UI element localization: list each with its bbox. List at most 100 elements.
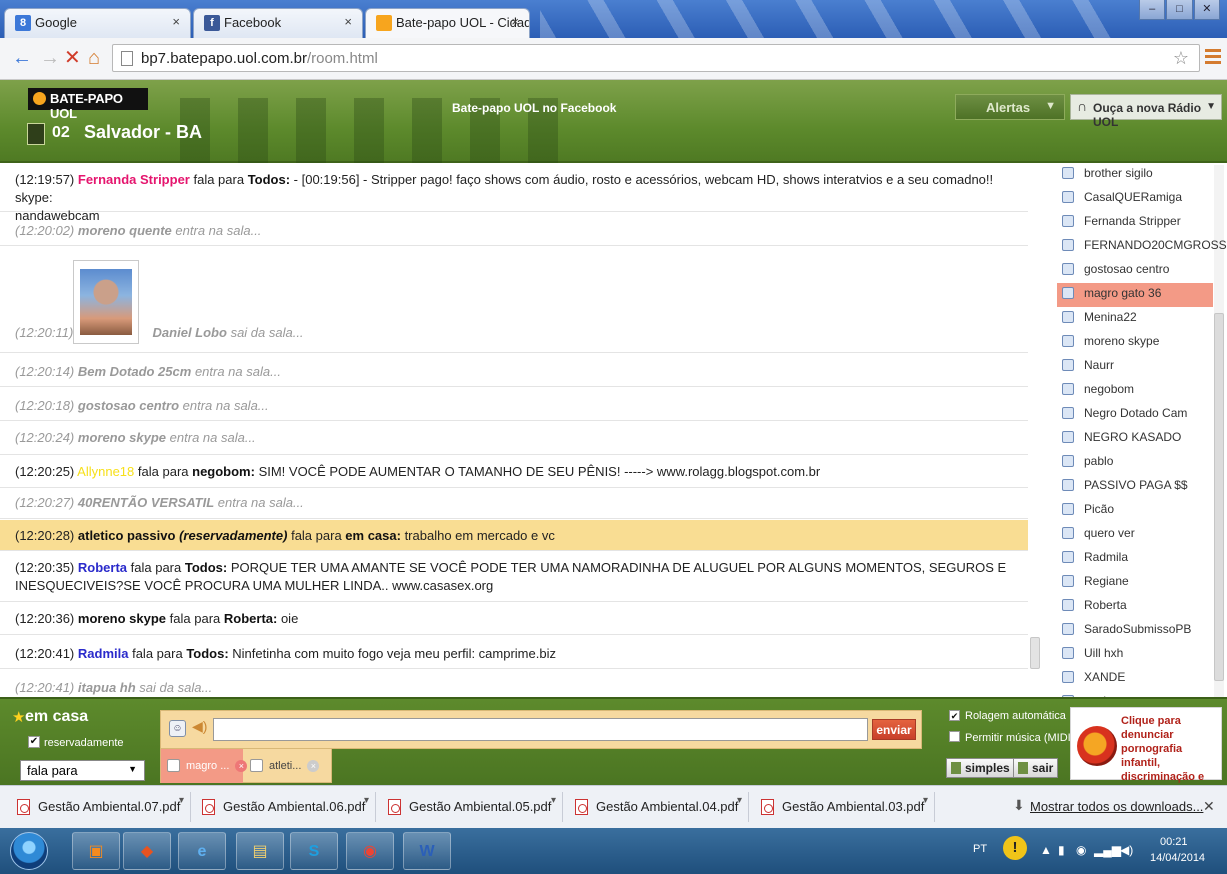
message-user[interactable]: itapua hh [78, 680, 136, 695]
auto-scroll-checkbox[interactable]: ✔ [949, 710, 960, 721]
user-list-item[interactable]: CasalQUERamiga [1057, 187, 1213, 211]
conversation-tab-magro[interactable]: magro ... × [166, 759, 248, 772]
report-abuse-banner[interactable]: Clique para denunciar pornografia infant… [1070, 707, 1222, 811]
user-list-item[interactable]: Picão [1057, 499, 1213, 523]
user-list-item[interactable]: NEGRO KASADO [1057, 427, 1213, 451]
message-recipient[interactable]: Roberta: [224, 611, 277, 626]
chat-scroll-handle[interactable] [1030, 637, 1040, 669]
minimize-icon[interactable]: – [1139, 0, 1166, 20]
facebook-link[interactable]: Bate-papo UOL no Facebook [452, 101, 616, 115]
message-user[interactable]: Daniel Lobo [153, 325, 227, 340]
user-list-item[interactable]: Naurr [1057, 355, 1213, 379]
user-list-item[interactable]: pablo [1057, 451, 1213, 475]
chevron-down-icon[interactable]: ▾ [923, 795, 928, 806]
file-explorer-icon[interactable]: ▤ [236, 832, 284, 870]
home-icon[interactable]: ⌂ [88, 47, 100, 69]
clock-date[interactable]: 14/04/2014 [1150, 852, 1205, 864]
start-button[interactable] [10, 832, 48, 870]
close-icon[interactable]: × [172, 14, 180, 29]
message-sender[interactable]: Radmila [78, 646, 129, 661]
message-user[interactable]: moreno skype [78, 430, 166, 445]
internet-explorer-icon[interactable]: e [178, 832, 226, 870]
tab-facebook[interactable]: f Facebook × [193, 8, 363, 38]
message-recipient[interactable]: em casa: [345, 528, 401, 543]
sound-icon[interactable]: ◀) [192, 718, 207, 735]
message-recipient[interactable]: Todos: [248, 172, 290, 187]
message-recipient[interactable]: Todos: [186, 646, 228, 661]
alertas-button[interactable]: Alertas ▼ [955, 94, 1065, 120]
menu-icon[interactable] [1205, 49, 1221, 65]
back-icon[interactable]: ← [12, 47, 32, 69]
batepapo-logo[interactable]: BATE-PAPO UOL [28, 88, 148, 121]
user-list-item[interactable]: Negro Dotado Cam [1057, 403, 1213, 427]
user-list-item[interactable]: Regiane [1057, 571, 1213, 595]
user-list-item[interactable]: gostosao centro [1057, 259, 1213, 283]
download-item[interactable]: Gestão Ambiental.05.pdf ▾ [376, 792, 563, 822]
maximize-icon[interactable]: □ [1166, 0, 1193, 20]
device-icon[interactable]: ▮ [1058, 843, 1065, 857]
user-list-scrollbar[interactable] [1214, 313, 1224, 681]
simples-button[interactable]: simples [946, 758, 1015, 778]
user-list-item[interactable]: SaradoSubmissoPB [1057, 619, 1213, 643]
user-list-item[interactable]: moreno skype [1057, 331, 1213, 355]
user-list-item[interactable]: Menina22 [1057, 307, 1213, 331]
sair-button[interactable]: sair [1013, 758, 1059, 778]
message-user[interactable]: 40RENTÃO VERSATIL [78, 495, 214, 510]
user-list-item[interactable]: Roberta [1057, 595, 1213, 619]
close-icon[interactable]: × [344, 14, 352, 29]
emoticon-icon[interactable]: ☺ [169, 720, 186, 737]
chevron-down-icon[interactable]: ▾ [179, 795, 184, 806]
network-icon[interactable]: ◉ [1076, 843, 1086, 857]
office-icon[interactable]: ◆ [123, 832, 171, 870]
tab-google[interactable]: 8 Google × [4, 8, 191, 38]
user-list-item[interactable]: Uill hxh [1057, 643, 1213, 667]
signal-icon[interactable]: ▂▄▆ [1094, 843, 1121, 857]
close-icon[interactable]: × [307, 760, 320, 772]
download-item[interactable]: Gestão Ambiental.06.pdf ▾ [190, 792, 376, 822]
warning-icon[interactable]: ! [1003, 836, 1027, 860]
skype-icon[interactable]: S [290, 832, 338, 870]
clock-time[interactable]: 00:21 [1160, 836, 1188, 848]
private-checkbox[interactable]: ✔ [28, 736, 40, 748]
close-icon[interactable]: × [235, 760, 248, 772]
tab-batepapo[interactable]: Bate-papo UOL - Cidade × [365, 8, 530, 38]
message-user[interactable]: moreno quente [78, 223, 172, 238]
action-select[interactable]: fala para ▼ [20, 760, 145, 781]
message-recipient[interactable]: negobom: [192, 464, 255, 479]
user-list-item[interactable]: magro gato 36 [1057, 283, 1213, 307]
address-bar[interactable]: bp7.batepapo.uol.com.br/room.html ☆ [112, 44, 1200, 72]
chevron-down-icon[interactable]: ▾ [737, 795, 742, 806]
language-indicator[interactable]: PT [973, 843, 987, 855]
message-sender[interactable]: Roberta [78, 560, 127, 575]
message-sender[interactable]: moreno skype [78, 611, 166, 626]
user-list-item[interactable]: brother sigilo [1057, 165, 1213, 187]
show-all-downloads-link[interactable]: Mostrar todos os downloads... [1030, 799, 1203, 814]
message-sender[interactable]: Allynne18 [77, 464, 134, 479]
message-sender[interactable]: atletico passivo [78, 528, 176, 543]
user-list-item[interactable]: FERNANDO20CMGROSS [1057, 235, 1227, 259]
chevron-down-icon[interactable]: ▾ [364, 795, 369, 806]
user-list-item[interactable]: Fernanda Stripper [1057, 211, 1213, 235]
forward-icon[interactable]: → [40, 47, 60, 69]
user-list-item[interactable]: negobom [1057, 379, 1213, 403]
message-recipient[interactable]: Todos: [185, 560, 227, 575]
message-user[interactable]: Bem Dotado 25cm [78, 364, 191, 379]
message-sender[interactable]: Fernanda Stripper [78, 172, 190, 187]
allow-music-checkbox[interactable] [949, 731, 960, 742]
windows-explorer-icon[interactable]: ▣ [72, 832, 120, 870]
tray-expand-icon[interactable]: ▲ [1040, 843, 1052, 857]
bookmark-star-icon[interactable]: ☆ [1173, 48, 1189, 69]
chevron-down-icon[interactable]: ▾ [551, 795, 556, 806]
message-input[interactable] [213, 718, 868, 741]
close-icon[interactable]: ✕ [1203, 798, 1215, 815]
user-avatar[interactable] [73, 260, 139, 344]
chrome-icon[interactable]: ◉ [346, 832, 394, 870]
user-list-item[interactable]: Radmila [1057, 547, 1213, 571]
download-item[interactable]: Gestão Ambiental.07.pdf ▾ [5, 792, 191, 822]
close-window-icon[interactable]: ✕ [1193, 0, 1220, 20]
conversation-tab-atletico[interactable]: atleti... × [249, 759, 320, 772]
user-list-item[interactable]: PASSIVO PAGA $$ [1057, 475, 1213, 499]
radio-button[interactable]: ∩ Ouça a nova Rádio UOL ▼ [1070, 94, 1222, 129]
message-user[interactable]: gostosao centro [78, 398, 179, 413]
stop-icon[interactable]: ✕ [64, 47, 81, 69]
